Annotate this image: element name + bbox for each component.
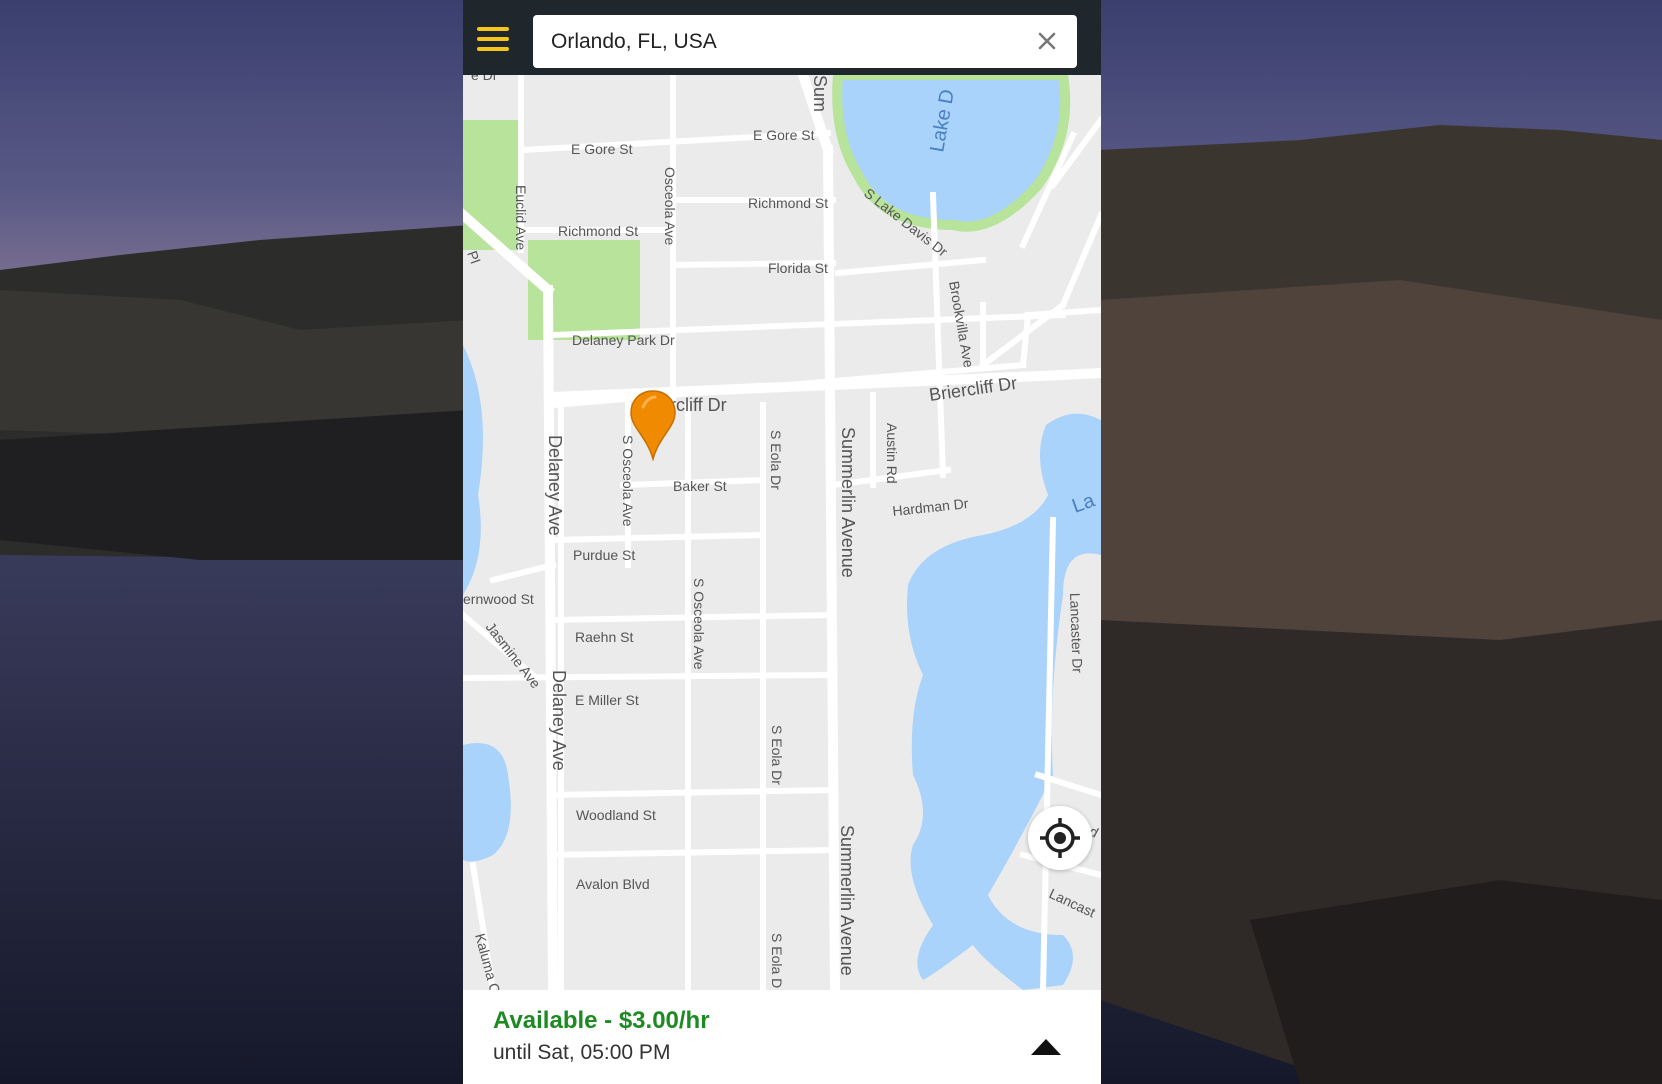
street-label: S Eola Dr xyxy=(768,430,784,490)
location-search-input[interactable] xyxy=(533,15,1013,68)
street-label: Austin Rd xyxy=(884,423,900,484)
parking-status-panel[interactable]: Available - $3.00/hr until Sat, 05:00 PM xyxy=(463,990,1101,1084)
street-label: E Gore St xyxy=(753,127,815,143)
street-label: Woodland St xyxy=(576,807,656,823)
availability-status: Available - $3.00/hr xyxy=(493,1007,710,1034)
search-box xyxy=(533,15,1077,68)
street-label: Richmond St xyxy=(558,223,638,239)
street-label: Delaney Ave xyxy=(549,670,569,771)
street-label: ernwood St xyxy=(463,591,534,607)
street-label: S Osceola Ave xyxy=(691,578,707,670)
street-label: Delaney Ave xyxy=(545,435,565,536)
crosshair-locate-icon[interactable] xyxy=(1028,806,1092,870)
triangle-up-icon[interactable] xyxy=(1028,1034,1064,1058)
street-label: Baker St xyxy=(673,478,727,494)
street-label: Richmond St xyxy=(748,195,828,211)
availability-until: until Sat, 05:00 PM xyxy=(493,1041,671,1064)
street-label: Lancaster Dr xyxy=(1067,593,1086,674)
map-pin-icon[interactable] xyxy=(629,389,677,461)
street-label: e Dr xyxy=(471,75,498,83)
street-label: S Eola Dr xyxy=(769,725,785,785)
hamburger-menu-icon[interactable] xyxy=(477,27,509,52)
street-label: Summerlin Avenue xyxy=(838,427,858,578)
street-label: Raehn St xyxy=(575,629,633,645)
street-label: E Gore St xyxy=(571,141,633,157)
street-label: Delaney Park Dr xyxy=(572,332,675,348)
street-label: Florida St xyxy=(768,260,828,276)
street-label: Summerlin Avenue xyxy=(837,825,857,976)
street-label: Osceola Ave xyxy=(662,167,678,246)
street-label: Avalon Blvd xyxy=(576,876,650,892)
parking-app-window: e Dr E Gore St E Gore St Richmond St Ric… xyxy=(463,0,1101,1084)
top-bar xyxy=(463,0,1101,75)
street-label: Purdue St xyxy=(573,547,635,563)
street-label: Sum xyxy=(810,75,830,112)
street-label: rcliff Dr xyxy=(670,395,727,415)
street-label: Euclid Ave xyxy=(513,185,529,250)
map-view[interactable]: e Dr E Gore St E Gore St Richmond St Ric… xyxy=(463,75,1101,990)
park-area xyxy=(463,120,518,250)
street-label: E Miller St xyxy=(575,692,639,708)
street-label: S Eola D xyxy=(769,933,785,988)
close-icon[interactable] xyxy=(1035,29,1059,53)
map-canvas: e Dr E Gore St E Gore St Richmond St Ric… xyxy=(463,75,1101,990)
